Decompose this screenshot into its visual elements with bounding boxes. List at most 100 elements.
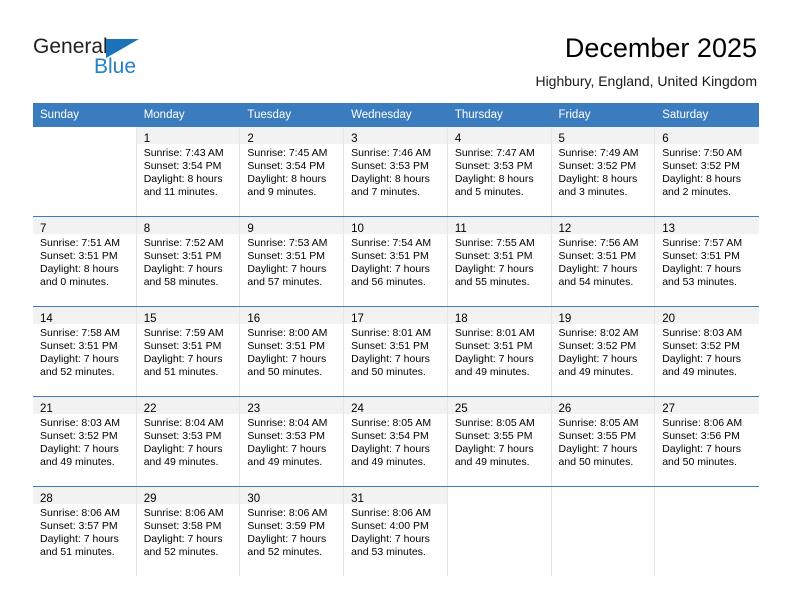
day-number: 14 [40,313,53,325]
calendar-cell[interactable]: 5 Sunrise: 7:49 AM Sunset: 3:52 PM Dayli… [551,126,656,217]
calendar-cell[interactable]: 17 Sunrise: 8:01 AM Sunset: 3:51 PM Dayl… [344,306,448,397]
day-number-bar: 29 [136,487,240,505]
day-number: 21 [40,403,53,415]
daylight-line-1: Daylight: 7 hours [40,533,119,546]
calendar-cell[interactable] [551,486,656,576]
sunset-line: Sunset: 3:51 PM [454,250,533,263]
daylight-line-1: Daylight: 7 hours [454,443,534,456]
page-header: General Blue December 2025 Highbury, Eng… [0,0,792,103]
day-number: 26 [558,403,572,415]
daylight-line-1: Daylight: 7 hours [558,263,638,276]
calendar-cell[interactable]: 12 Sunrise: 7:56 AM Sunset: 3:51 PM Dayl… [551,216,656,307]
day-number-bar: 18 [447,307,551,325]
sunrise-line: Sunrise: 8:04 AM [247,417,328,429]
daylight-line-2: and 3 minutes. [558,186,628,199]
sunrise-line: Sunrise: 7:58 AM [40,327,120,339]
calendar-week-row: 28 Sunrise: 8:06 AM Sunset: 3:57 PM Dayl… [33,486,759,576]
brand-logo[interactable]: General Blue [33,36,203,82]
calendar-cell[interactable]: 29 Sunrise: 8:06 AM Sunset: 3:58 PM Dayl… [136,486,241,576]
calendar-cell[interactable]: 16 Sunrise: 8:00 AM Sunset: 3:51 PM Dayl… [240,306,345,397]
calendar-cell[interactable] [33,126,137,217]
calendar-cell[interactable]: 14 Sunrise: 7:58 AM Sunset: 3:51 PM Dayl… [33,306,137,397]
calendar-cell[interactable]: 23 Sunrise: 8:04 AM Sunset: 3:53 PM Dayl… [240,396,345,487]
calendar-cell[interactable]: 21 Sunrise: 8:03 AM Sunset: 3:52 PM Dayl… [33,396,137,487]
day-cell: 10 Sunrise: 7:54 AM Sunset: 3:51 PM Dayl… [344,217,448,306]
daylight-line-1: Daylight: 7 hours [351,443,430,456]
calendar-page: General Blue December 2025 Highbury, Eng… [0,0,792,612]
calendar-cell[interactable]: 31 Sunrise: 8:06 AM Sunset: 4:00 PM Dayl… [344,486,448,576]
calendar-cell[interactable]: 19 Sunrise: 8:02 AM Sunset: 3:52 PM Dayl… [551,306,656,397]
day-cell: 14 Sunrise: 7:58 AM Sunset: 3:51 PM Dayl… [33,307,137,396]
calendar-cell[interactable]: 10 Sunrise: 7:54 AM Sunset: 3:51 PM Dayl… [344,216,448,307]
day-number-bar: 11 [447,217,551,235]
daylight-line-1: Daylight: 7 hours [40,443,119,456]
calendar-cell[interactable]: 3 Sunrise: 7:46 AM Sunset: 3:53 PM Dayli… [344,126,448,217]
calendar-cell[interactable]: 26 Sunrise: 8:05 AM Sunset: 3:55 PM Dayl… [551,396,656,487]
calendar-cell[interactable]: 9 Sunrise: 7:53 AM Sunset: 3:51 PM Dayli… [240,216,345,307]
daylight-line-1: Daylight: 8 hours [143,173,223,186]
daylight-line-2: and 49 minutes. [662,366,737,379]
day-number: 10 [351,223,364,235]
sunrise-line: Sunrise: 7:53 AM [247,237,328,249]
calendar-cell[interactable]: 2 Sunrise: 7:45 AM Sunset: 3:54 PM Dayli… [240,126,345,217]
calendar-cell[interactable]: 13 Sunrise: 7:57 AM Sunset: 3:51 PM Dayl… [655,216,759,307]
sunrise-line: Sunrise: 7:59 AM [143,327,224,339]
day-cell: 23 Sunrise: 8:04 AM Sunset: 3:53 PM Dayl… [240,397,345,486]
day-info: Sunrise: 8:06 AM Sunset: 3:57 PM Dayligh… [33,504,136,559]
day-number: 29 [143,493,157,505]
day-number-bar: 19 [551,307,655,325]
day-info: Sunrise: 7:54 AM Sunset: 3:51 PM Dayligh… [344,234,447,289]
calendar-table: Sunday Monday Tuesday Wednesday Thursday… [33,103,759,576]
calendar-cell[interactable]: 18 Sunrise: 8:01 AM Sunset: 3:51 PM Dayl… [447,306,552,397]
day-cell: 17 Sunrise: 8:01 AM Sunset: 3:51 PM Dayl… [344,307,448,396]
daylight-line-2: and 49 minutes. [558,366,634,379]
day-cell: 24 Sunrise: 8:05 AM Sunset: 3:54 PM Dayl… [344,397,448,486]
daylight-line-1: Daylight: 7 hours [454,353,534,366]
calendar-cell[interactable]: 25 Sunrise: 8:05 AM Sunset: 3:55 PM Dayl… [447,396,552,487]
day-cell: 27 Sunrise: 8:06 AM Sunset: 3:56 PM Dayl… [655,397,759,486]
calendar-cell[interactable]: 7 Sunrise: 7:51 AM Sunset: 3:51 PM Dayli… [33,216,137,307]
day-number-bar: 9 [240,217,344,235]
sunrise-line: Sunrise: 8:06 AM [662,417,743,429]
day-info: Sunrise: 7:59 AM Sunset: 3:51 PM Dayligh… [137,324,240,379]
calendar-cell[interactable] [655,486,759,576]
calendar-cell[interactable]: 22 Sunrise: 8:04 AM Sunset: 3:53 PM Dayl… [136,396,241,487]
day-number: 7 [40,223,47,235]
day-number-bar: 12 [551,217,655,235]
day-info: Sunrise: 7:58 AM Sunset: 3:51 PM Dayligh… [33,324,136,379]
calendar-cell[interactable]: 20 Sunrise: 8:03 AM Sunset: 3:52 PM Dayl… [655,306,759,397]
calendar-cell[interactable]: 28 Sunrise: 8:06 AM Sunset: 3:57 PM Dayl… [33,486,137,576]
daylight-line-2: and 53 minutes. [351,546,426,559]
calendar-cell[interactable]: 4 Sunrise: 7:47 AM Sunset: 3:53 PM Dayli… [447,126,552,217]
calendar-cell[interactable]: 1 Sunrise: 7:43 AM Sunset: 3:54 PM Dayli… [136,126,241,217]
calendar-cell[interactable]: 6 Sunrise: 7:50 AM Sunset: 3:52 PM Dayli… [655,126,759,217]
calendar-cell[interactable]: 8 Sunrise: 7:52 AM Sunset: 3:51 PM Dayli… [136,216,241,307]
sunset-line: Sunset: 3:51 PM [558,250,637,263]
calendar-cell[interactable]: 27 Sunrise: 8:06 AM Sunset: 3:56 PM Dayl… [655,396,759,487]
sunset-line: Sunset: 3:51 PM [247,250,326,263]
calendar-cell[interactable]: 30 Sunrise: 8:06 AM Sunset: 3:59 PM Dayl… [240,486,345,576]
day-number: 27 [662,403,676,415]
sunrise-line: Sunrise: 7:47 AM [454,147,535,159]
calendar-body: 1 Sunrise: 7:43 AM Sunset: 3:54 PM Dayli… [33,126,759,576]
day-number-bar: 15 [136,307,240,325]
sunset-line: Sunset: 3:51 PM [40,340,118,353]
day-info [448,504,551,507]
calendar-cell[interactable] [447,486,552,576]
daylight-line-1: Daylight: 7 hours [662,353,742,366]
day-number-bar: 8 [136,217,240,235]
day-number-bar: 26 [551,397,655,415]
day-cell: 25 Sunrise: 8:05 AM Sunset: 3:55 PM Dayl… [447,397,552,486]
calendar-cell[interactable]: 24 Sunrise: 8:05 AM Sunset: 3:54 PM Dayl… [344,396,448,487]
calendar-cell[interactable]: 15 Sunrise: 7:59 AM Sunset: 3:51 PM Dayl… [136,306,241,397]
sunset-line: Sunset: 3:55 PM [558,430,637,443]
day-cell: 26 Sunrise: 8:05 AM Sunset: 3:55 PM Dayl… [551,397,656,486]
day-number-bar: 4 [447,127,551,145]
day-number-bar: 30 [240,487,344,505]
calendar-cell[interactable]: 11 Sunrise: 7:55 AM Sunset: 3:51 PM Dayl… [447,216,552,307]
daylight-line-2: and 49 minutes. [454,456,530,469]
calendar-header-row: Sunday Monday Tuesday Wednesday Thursday… [33,103,759,127]
day-number: 3 [351,133,358,145]
day-info: Sunrise: 7:46 AM Sunset: 3:53 PM Dayligh… [344,144,447,199]
weekday-header-friday: Friday [551,103,656,127]
